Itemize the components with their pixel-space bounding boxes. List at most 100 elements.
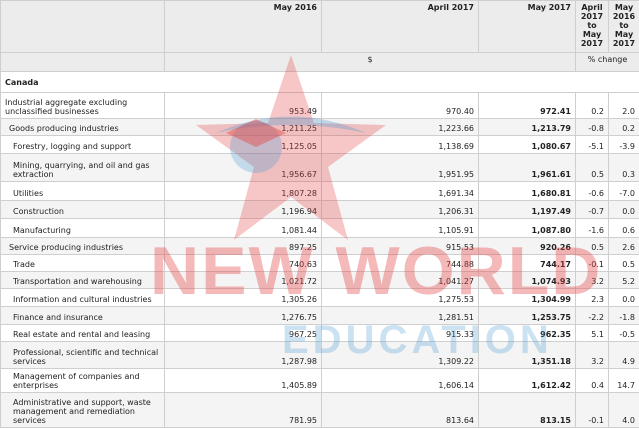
value-may-2017: 1,351.18	[478, 341, 576, 369]
geography-label: Canada	[0, 71, 639, 93]
pct-change-month: -5.1	[575, 135, 609, 154]
pct-change-year: 5.2	[608, 271, 639, 289]
pct-change-year: -7.0	[608, 181, 639, 201]
row-label: Forestry, logging and support	[0, 135, 165, 154]
row-label: Utilities	[0, 181, 165, 201]
row-label: Real estate and rental and leasing	[0, 324, 165, 342]
table-row: Service producing industries 897.25 915.53…	[0, 237, 639, 255]
value-may-2017: 744.17	[478, 254, 576, 272]
unit-dollars: $	[164, 52, 576, 72]
value-may-2017: 972.41	[478, 92, 576, 119]
value-april-2017: 1,606.14	[321, 368, 479, 393]
value-april-2017: 1,951.95	[321, 153, 479, 182]
row-label: Transportation and warehousing	[0, 271, 165, 289]
table-row: Construction 1,196.94 1,206.31 1,197.49 -0.7…	[0, 200, 639, 219]
table-row: Management of companies and enterprises 1…	[0, 368, 639, 393]
value-may-2017: 1,961.61	[478, 153, 576, 182]
value-may-2016: 1,211.25	[164, 118, 322, 136]
pct-change-month: -0.1	[575, 392, 609, 428]
value-may-2017: 813.15	[478, 392, 576, 428]
table-row: Professional, scientific and technical s…	[0, 341, 639, 369]
pct-change-month: 0.5	[575, 153, 609, 182]
table-row: Trade 740.63 744.88 744.17 -0.1 0.5	[0, 254, 639, 272]
value-may-2017: 1,304.99	[478, 288, 576, 307]
row-label: Trade	[0, 254, 165, 272]
row-label: Industrial aggregate excluding unclassif…	[0, 92, 165, 119]
value-april-2017: 1,691.34	[321, 181, 479, 201]
pct-change-year: 0.3	[608, 153, 639, 182]
payroll-earnings-table: May 2016 April 2017 May 2017 April 2017 …	[0, 0, 639, 428]
value-may-2017: 1,074.93	[478, 271, 576, 289]
pct-change-month: 0.4	[575, 368, 609, 393]
value-april-2017: 915.33	[321, 324, 479, 342]
table-row: Manufacturing 1,081.44 1,105.91 1,087.80 -1.…	[0, 218, 639, 238]
value-may-2016: 967.25	[164, 324, 322, 342]
value-april-2017: 970.40	[321, 92, 479, 119]
value-may-2016: 1,287.98	[164, 341, 322, 369]
value-may-2016: 1,125.05	[164, 135, 322, 154]
pct-change-month: -0.1	[575, 254, 609, 272]
header-may-2016[interactable]: May 2016	[164, 0, 322, 53]
table-row: Information and cultural industries 1,305…	[0, 288, 639, 307]
header-may-2017[interactable]: May 2017	[478, 0, 576, 53]
row-label: Finance and insurance	[0, 306, 165, 325]
value-april-2017: 1,309.22	[321, 341, 479, 369]
value-april-2017: 1,206.31	[321, 200, 479, 219]
value-may-2016: 1,196.94	[164, 200, 322, 219]
pct-change-year: -3.9	[608, 135, 639, 154]
table-row: Real estate and rental and leasing 967.25…	[0, 324, 639, 342]
value-may-2016: 1,405.89	[164, 368, 322, 393]
pct-change-month: 3.2	[575, 341, 609, 369]
pct-change-month: 3.2	[575, 271, 609, 289]
row-label: Information and cultural industries	[0, 288, 165, 307]
value-may-2017: 1,087.80	[478, 218, 576, 238]
pct-change-year: 0.6	[608, 218, 639, 238]
header-change-apr-may-2017[interactable]: April 2017 to May 2017	[575, 0, 609, 53]
row-label: Manufacturing	[0, 218, 165, 238]
value-may-2016: 1,021.72	[164, 271, 322, 289]
value-may-2016: 781.95	[164, 392, 322, 428]
pct-change-month: -2.2	[575, 306, 609, 325]
pct-change-month: 5.1	[575, 324, 609, 342]
value-may-2017: 962.35	[478, 324, 576, 342]
unit-blank	[0, 52, 165, 72]
header-blank	[0, 0, 165, 53]
pct-change-month: 0.2	[575, 92, 609, 119]
pct-change-month: 0.5	[575, 237, 609, 255]
row-label: Mining, quarrying, and oil and gas extra…	[0, 153, 165, 182]
pct-change-month: -0.6	[575, 181, 609, 201]
pct-change-year: 0.0	[608, 200, 639, 219]
value-may-2017: 1,253.75	[478, 306, 576, 325]
header-change-may2016-may2017[interactable]: May 2016 to May 2017	[608, 0, 639, 53]
pct-change-year: 2.6	[608, 237, 639, 255]
value-may-2016: 1,807.28	[164, 181, 322, 201]
pct-change-year: 0.2	[608, 118, 639, 136]
value-may-2016: 897.25	[164, 237, 322, 255]
value-april-2017: 1,105.91	[321, 218, 479, 238]
pct-change-year: 4.0	[608, 392, 639, 428]
value-may-2016: 1,956.67	[164, 153, 322, 182]
value-april-2017: 1,138.69	[321, 135, 479, 154]
row-label: Administrative and support, waste manage…	[0, 392, 165, 428]
pct-change-year: 4.9	[608, 341, 639, 369]
pct-change-year: 0.5	[608, 254, 639, 272]
value-may-2017: 1,680.81	[478, 181, 576, 201]
value-may-2017: 1,213.79	[478, 118, 576, 136]
pct-change-year: 2.0	[608, 92, 639, 119]
value-may-2017: 920.26	[478, 237, 576, 255]
table-row: Goods producing industries 1,211.25 1,223.…	[0, 118, 639, 136]
row-label: Service producing industries	[0, 237, 165, 255]
pct-change-year: -1.8	[608, 306, 639, 325]
pct-change-year: -0.5	[608, 324, 639, 342]
value-may-2016: 953.49	[164, 92, 322, 119]
value-april-2017: 1,041.27	[321, 271, 479, 289]
row-label: Professional, scientific and technical s…	[0, 341, 165, 369]
pct-change-year: 14.7	[608, 368, 639, 393]
value-april-2017: 744.88	[321, 254, 479, 272]
value-may-2017: 1,197.49	[478, 200, 576, 219]
pct-change-month: -0.8	[575, 118, 609, 136]
value-april-2017: 1,275.53	[321, 288, 479, 307]
header-april-2017[interactable]: April 2017	[321, 0, 479, 53]
table-row: Forestry, logging and support 1,125.05 1,1…	[0, 135, 639, 154]
table-row: Utilities 1,807.28 1,691.34 1,680.81 -0.6 -7.…	[0, 181, 639, 201]
